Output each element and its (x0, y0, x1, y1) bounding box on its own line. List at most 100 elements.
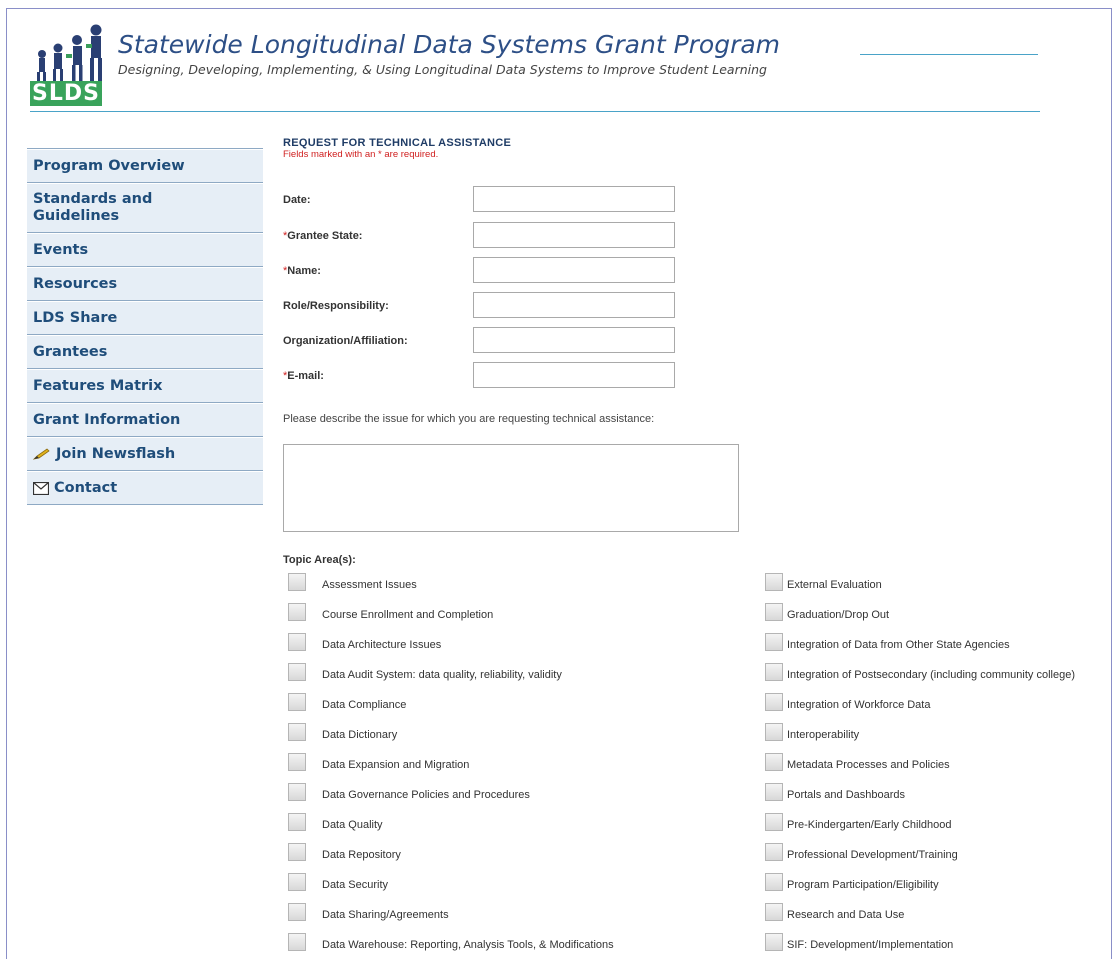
sidebar-item-lds-share[interactable]: LDS Share (27, 301, 263, 335)
topic-option: Pre-Kindergarten/Early Childhood (765, 813, 1118, 843)
role-field[interactable] (473, 292, 675, 318)
role-row: Role/Responsibility: (283, 292, 683, 320)
sidebar-item-label: Events (33, 241, 89, 258)
topic-checkbox[interactable] (288, 933, 306, 951)
topic-label: Metadata Processes and Policies (787, 759, 950, 771)
topic-option: Data Security (288, 873, 668, 903)
pencil-icon (33, 447, 51, 461)
sidebar-item-program-overview[interactable]: Program Overview (27, 149, 263, 183)
topic-checkbox[interactable] (288, 903, 306, 921)
date-field[interactable] (473, 186, 675, 212)
email-field[interactable] (473, 362, 675, 388)
topic-label: Integration of Postsecondary (including … (787, 669, 1075, 681)
topic-option: Professional Development/Training (765, 843, 1118, 873)
topic-option: Data Dictionary (288, 723, 668, 753)
sidebar-item-label: Resources (33, 275, 118, 292)
topic-label: External Evaluation (787, 579, 882, 591)
topic-option: Research and Data Use (765, 903, 1118, 933)
topic-option: Data Expansion and Migration (288, 753, 668, 783)
topic-checkbox[interactable] (765, 603, 783, 621)
sidebar-item-contact[interactable]: Contact (27, 471, 263, 505)
organization-label: Organization/Affiliation: (283, 335, 408, 347)
sidebar-item-label: LDS Share (33, 309, 118, 326)
topic-checkbox[interactable] (288, 723, 306, 741)
topic-checkbox[interactable] (765, 843, 783, 861)
sidebar-item-label: Standards and Guidelines (33, 191, 153, 224)
date-label: Date: (283, 194, 311, 206)
sidebar-item-events[interactable]: Events (27, 233, 263, 267)
topic-checkbox[interactable] (288, 693, 306, 711)
topic-label: Data Sharing/Agreements (322, 909, 449, 921)
topic-checkbox[interactable] (765, 723, 783, 741)
topic-label: Data Warehouse: Reporting, Analysis Tool… (322, 939, 614, 951)
topic-label: Pre-Kindergarten/Early Childhood (787, 819, 952, 831)
topic-checkbox[interactable] (288, 663, 306, 681)
topic-checkbox[interactable] (288, 633, 306, 651)
grantee-state-label: *Grantee State: (283, 230, 363, 242)
topic-option: Data Audit System: data quality, reliabi… (288, 663, 668, 693)
topic-label: Portals and Dashboards (787, 789, 906, 801)
sidebar-item-standards-and-guidelines[interactable]: Standards and Guidelines (27, 183, 263, 233)
topics-left-column: Assessment Issues Course Enrollment and … (288, 573, 668, 963)
sidebar-item-label: Program Overview (33, 157, 185, 174)
topic-option: Program Participation/Eligibility (765, 873, 1118, 903)
topic-label: Data Repository (322, 849, 401, 861)
sidebar-item-join-newsflash[interactable]: Join Newsflash (27, 437, 263, 471)
topic-label: Data Architecture Issues (322, 639, 442, 651)
topic-checkbox[interactable] (765, 753, 783, 771)
topic-option: External Evaluation (765, 573, 1118, 603)
slds-logo[interactable]: SLDS (30, 18, 110, 110)
sidebar-item-features-matrix[interactable]: Features Matrix (27, 369, 263, 403)
page-subtitle: Designing, Developing, Implementing, & U… (118, 62, 767, 77)
topic-option: Metadata Processes and Policies (765, 753, 1118, 783)
technical-assistance-form: REQUEST FOR TECHNICAL ASSISTANCE Fields … (283, 137, 1113, 951)
topic-checkbox[interactable] (288, 753, 306, 771)
topic-option: Portals and Dashboards (765, 783, 1118, 813)
topic-checkbox[interactable] (765, 783, 783, 801)
topic-checkbox[interactable] (288, 813, 306, 831)
topic-label: Data Governance Policies and Procedures (322, 789, 530, 801)
topic-checkbox[interactable] (288, 843, 306, 861)
name-field[interactable] (473, 257, 675, 283)
sidebar-item-grant-information[interactable]: Grant Information (27, 403, 263, 437)
grantee-state-row: *Grantee State: (283, 222, 683, 250)
topic-checkbox[interactable] (765, 573, 783, 591)
topic-checkbox[interactable] (765, 813, 783, 831)
topic-label: SIF: Development/Implementation (787, 939, 954, 951)
topic-label: Professional Development/Training (787, 849, 958, 861)
topic-checkbox[interactable] (765, 933, 783, 951)
form-title: REQUEST FOR TECHNICAL ASSISTANCE (283, 137, 512, 149)
sidebar-item-label: Contact (54, 479, 118, 496)
topic-label: Interoperability (787, 729, 860, 741)
sidebar-item-resources[interactable]: Resources (27, 267, 263, 301)
sidebar-item-grantees[interactable]: Grantees (27, 335, 263, 369)
topic-checkbox[interactable] (765, 633, 783, 651)
topic-option: Data Architecture Issues (288, 633, 668, 663)
topic-area-label: Topic Area(s): (283, 554, 356, 566)
topic-checkbox[interactable] (288, 783, 306, 801)
title-divider (860, 54, 1038, 55)
topic-option: Interoperability (765, 723, 1118, 753)
envelope-icon (33, 481, 49, 495)
header-divider (30, 111, 1040, 112)
topic-label: Data Audit System: data quality, reliabi… (322, 669, 562, 681)
topic-checkbox[interactable] (288, 873, 306, 891)
topic-option: Integration of Workforce Data (765, 693, 1118, 723)
topic-label: Graduation/Drop Out (787, 609, 890, 621)
logo-text: SLDS (30, 81, 102, 106)
sidebar-item-label: Grant Information (33, 411, 181, 428)
topic-label: Data Security (322, 879, 389, 891)
topic-checkbox[interactable] (765, 903, 783, 921)
grantee-state-field[interactable] (473, 222, 675, 248)
topic-label: Data Quality (322, 819, 383, 831)
topic-checkbox[interactable] (765, 873, 783, 891)
topic-checkbox[interactable] (288, 573, 306, 591)
topic-label: Data Dictionary (322, 729, 398, 741)
organization-field[interactable] (473, 327, 675, 353)
topic-checkbox[interactable] (288, 603, 306, 621)
topic-checkbox[interactable] (765, 663, 783, 681)
name-row: *Name: (283, 257, 683, 285)
issue-description-textarea[interactable] (283, 444, 739, 532)
sidebar-item-label: Features Matrix (33, 377, 163, 394)
topic-checkbox[interactable] (765, 693, 783, 711)
